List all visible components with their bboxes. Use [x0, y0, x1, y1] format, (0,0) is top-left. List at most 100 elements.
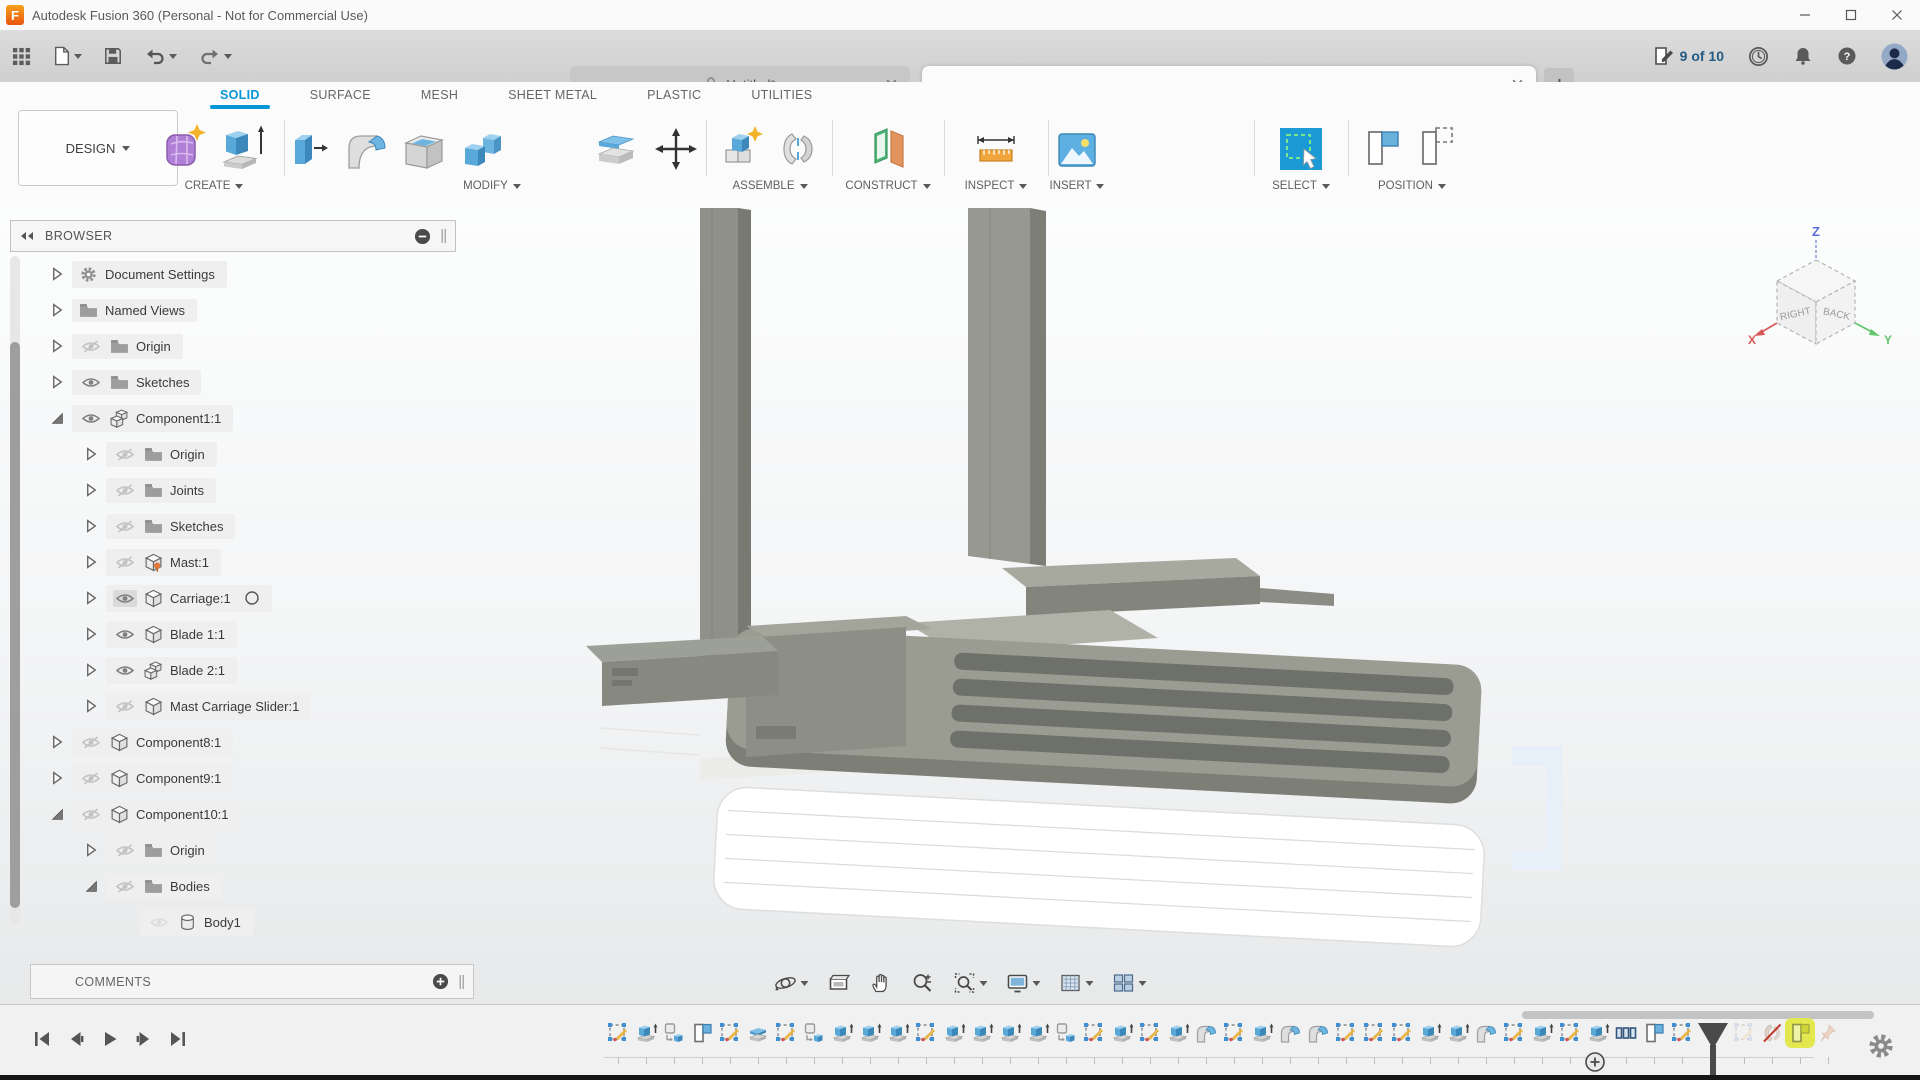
- browser-row-blade-2-1[interactable]: Blade 2:1: [10, 652, 456, 688]
- job-status-icon[interactable]: [1748, 46, 1769, 67]
- move-copy-icon[interactable]: [653, 126, 699, 172]
- help-icon[interactable]: ?: [1837, 46, 1857, 66]
- visibility-eye-icon[interactable]: [147, 914, 171, 931]
- expander-collapsed-icon[interactable]: [50, 375, 64, 389]
- revert-position-icon[interactable]: [1417, 124, 1461, 172]
- browser-item-label[interactable]: Joints: [170, 483, 204, 498]
- expander-collapsed-icon[interactable]: [84, 519, 98, 533]
- timeline-feature-fillet-icon[interactable]: [1472, 1021, 1500, 1064]
- timeline-feature-fillet-icon[interactable]: [1192, 1021, 1220, 1064]
- select-menu[interactable]: SELECT: [1258, 180, 1344, 192]
- timeline-feature-extrude-icon[interactable]: [1444, 1021, 1472, 1064]
- timeline-feature-component-icon[interactable]: [660, 1021, 688, 1064]
- visibility-eye-icon[interactable]: [113, 518, 137, 535]
- browser-item-label[interactable]: Origin: [170, 447, 205, 462]
- timeline-feature-sketch-icon[interactable]: [1080, 1021, 1108, 1064]
- timeline-feature-new-component-icon[interactable]: [688, 1021, 716, 1064]
- timeline-feature-sketch-icon[interactable]: [1220, 1021, 1248, 1064]
- timeline-feature-extrude-icon[interactable]: [1416, 1021, 1444, 1064]
- expander-collapsed-icon[interactable]: [84, 555, 98, 569]
- timeline-feature-sketch-icon[interactable]: [1500, 1021, 1528, 1064]
- visibility-eye-icon[interactable]: [113, 842, 137, 859]
- browser-item-label[interactable]: Mast Carriage Slider:1: [170, 699, 299, 714]
- save-icon[interactable]: [100, 43, 126, 69]
- timeline-feature-extrude-icon[interactable]: [940, 1021, 968, 1064]
- timeline-feature-new-component-icon[interactable]: [1640, 1021, 1668, 1064]
- timeline-feature-sketch-icon[interactable]: [716, 1021, 744, 1064]
- browser-item-label[interactable]: Body1: [204, 915, 241, 930]
- timeline-feature-sketch-icon[interactable]: [1332, 1021, 1360, 1064]
- timeline-feature-extrude-icon[interactable]: [1248, 1021, 1276, 1064]
- orbit-tool[interactable]: [768, 966, 815, 1000]
- capture-position-icon[interactable]: [1363, 124, 1407, 172]
- timeline-go-to-start-button[interactable]: [30, 1027, 54, 1051]
- inspect-menu[interactable]: INSPECT: [950, 180, 1042, 192]
- browser-item-label[interactable]: Origin: [136, 339, 171, 354]
- file-menu-icon[interactable]: [49, 42, 86, 70]
- shell-icon[interactable]: [401, 126, 447, 172]
- insert-menu[interactable]: INSERT: [1032, 180, 1122, 192]
- timeline-feature-component-icon[interactable]: [800, 1021, 828, 1064]
- add-comment-icon[interactable]: [432, 973, 449, 990]
- visibility-eye-icon[interactable]: [79, 374, 103, 391]
- browser-row-sketches[interactable]: Sketches: [10, 364, 456, 400]
- ribbon-tab-plastic[interactable]: PLASTIC: [645, 84, 703, 106]
- browser-row-blade-1-1[interactable]: Blade 1:1: [10, 616, 456, 652]
- browser-item-label[interactable]: Component8:1: [136, 735, 221, 750]
- expander-collapsed-icon[interactable]: [84, 699, 98, 713]
- browser-row-component8-1[interactable]: Component8:1: [10, 724, 456, 760]
- timeline-feature-pin-disabled-icon[interactable]: [1814, 1021, 1842, 1064]
- timeline-feature-extrude-icon[interactable]: [1108, 1021, 1136, 1064]
- visibility-eye-icon[interactable]: [79, 806, 103, 823]
- timeline-feature-extrude-icon[interactable]: [1024, 1021, 1052, 1064]
- timeline-feature-extrude-icon[interactable]: [884, 1021, 912, 1064]
- view-cube[interactable]: Z RIGHT BACK X Y: [1738, 222, 1898, 352]
- timeline-feature-extrude-icon[interactable]: [632, 1021, 660, 1064]
- viewports-tool[interactable]: [1106, 966, 1153, 1000]
- timeline-feature-sketch-icon[interactable]: [1360, 1021, 1388, 1064]
- visibility-eye-icon[interactable]: [79, 734, 103, 751]
- visibility-eye-icon[interactable]: [113, 698, 137, 715]
- panel-grip-icon[interactable]: [441, 229, 447, 243]
- minimize-button[interactable]: [1782, 0, 1828, 30]
- timeline-feature-new-component-selected-icon[interactable]: [1786, 1021, 1814, 1064]
- create-menu[interactable]: CREATE: [150, 180, 278, 192]
- expander-collapsed-icon[interactable]: [84, 591, 98, 605]
- timeline-feature-sketch-icon[interactable]: [1668, 1021, 1696, 1064]
- visibility-eye-icon[interactable]: [113, 554, 137, 571]
- app-grid-icon[interactable]: [8, 43, 35, 70]
- undo-icon[interactable]: [140, 43, 181, 69]
- browser-row-named-views[interactable]: Named Views: [10, 292, 456, 328]
- timeline-feature-extrude-icon[interactable]: [1528, 1021, 1556, 1064]
- measure-icon[interactable]: [973, 128, 1019, 172]
- insert-image-icon[interactable]: [1054, 130, 1100, 172]
- timeline-settings-gear-icon[interactable]: [1866, 1031, 1896, 1061]
- browser-item-label[interactable]: Document Settings: [105, 267, 215, 282]
- timeline-zoom-icon[interactable]: [1584, 1051, 1606, 1073]
- expander-expanded-icon[interactable]: [50, 808, 64, 821]
- browser-item-label[interactable]: Named Views: [105, 303, 185, 318]
- visibility-eye-icon[interactable]: [113, 590, 137, 607]
- timeline-feature-extrude-icon[interactable]: [968, 1021, 996, 1064]
- timeline-feature-extrude-icon[interactable]: [828, 1021, 856, 1064]
- expander-collapsed-icon[interactable]: [84, 843, 98, 857]
- collapse-panel-icon[interactable]: [19, 231, 35, 241]
- browser-item-label[interactable]: Component9:1: [136, 771, 221, 786]
- joint-icon[interactable]: [776, 126, 820, 172]
- browser-row-mast-1[interactable]: Mast:1: [10, 544, 456, 580]
- 3d-viewport[interactable]: Z RIGHT BACK X Y BROWSER Do: [0, 208, 1920, 1004]
- look-at-tool[interactable]: [821, 966, 857, 1000]
- construct-menu[interactable]: CONSTRUCT: [838, 180, 938, 192]
- construct-plane-icon[interactable]: [865, 124, 911, 172]
- timeline-feature-component-icon[interactable]: [1052, 1021, 1080, 1064]
- redo-icon[interactable]: [195, 43, 236, 69]
- expander-collapsed-icon[interactable]: [50, 267, 64, 281]
- timeline-feature-pattern-icon[interactable]: [1612, 1021, 1640, 1064]
- press-pull-icon[interactable]: [285, 126, 329, 172]
- zoom-tool[interactable]: [905, 966, 941, 1000]
- timeline-feature-fillet-icon[interactable]: [1276, 1021, 1304, 1064]
- save-progress-indicator[interactable]: 9 of 10: [1653, 46, 1724, 66]
- timeline-feature-sketch-disabled-icon[interactable]: [1730, 1021, 1758, 1064]
- ribbon-tab-solid[interactable]: SOLID: [218, 84, 262, 106]
- browser-row-joints[interactable]: Joints: [10, 472, 456, 508]
